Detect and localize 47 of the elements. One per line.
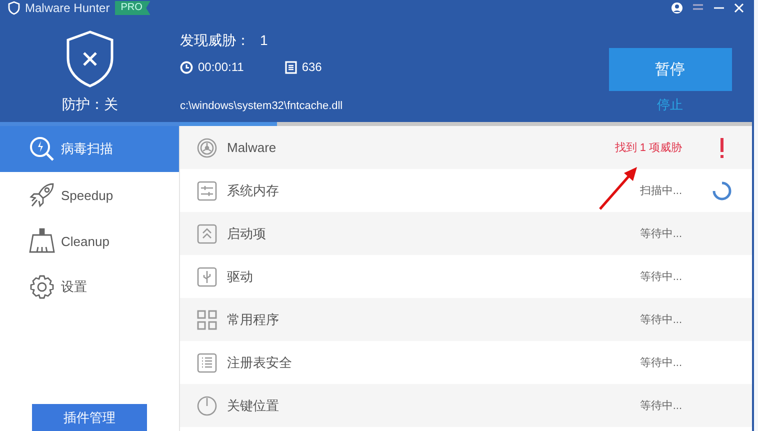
sliders-icon	[197, 180, 217, 200]
list-icon	[197, 352, 217, 372]
chevrons-up-icon	[197, 224, 217, 244]
magnifier-icon	[29, 136, 55, 162]
biohazard-icon	[197, 138, 217, 158]
pause-button[interactable]: 暂停	[608, 48, 732, 91]
file-icon	[284, 60, 297, 74]
scan-item-label: 系统内存	[227, 182, 279, 200]
rocket-icon	[29, 182, 55, 208]
alert-icon	[720, 138, 724, 158]
threats-label: 发现威胁：	[180, 32, 250, 50]
sidebar-item[interactable]: 病毒扫描	[0, 126, 179, 172]
annotation-arrow	[597, 166, 639, 212]
sidebar-item[interactable]: Cleanup	[0, 218, 179, 264]
user-icon[interactable]	[671, 2, 683, 14]
logo-icon	[8, 1, 20, 15]
threats-count: 1	[260, 32, 268, 50]
close-icon[interactable]	[734, 3, 744, 13]
plugin-button[interactable]: 插件管理	[32, 404, 147, 431]
scan-status: 等待中...	[640, 313, 682, 327]
gear-icon	[29, 274, 55, 300]
sidebar-item[interactable]: 设置	[0, 264, 179, 310]
shield-icon	[65, 30, 115, 88]
stop-link[interactable]: 停止	[657, 96, 683, 114]
scan-status: 找到 1 项威胁	[614, 141, 682, 155]
sidebar-item[interactable]: Speedup	[0, 172, 179, 218]
spinner-icon	[712, 180, 732, 200]
scan-item-label: 关键位置	[227, 396, 279, 414]
scan-status: 等待中...	[640, 356, 682, 370]
scan-item-label: 驱动	[227, 268, 253, 286]
elapsed-time: 00:00:11	[198, 60, 244, 74]
scan-status: 等待中...	[640, 227, 682, 241]
grid-icon	[197, 310, 217, 330]
files-count: 636	[302, 60, 322, 74]
usb-icon	[197, 266, 217, 286]
scan-status: 扫描中...	[640, 184, 682, 198]
scan-item-label: 注册表安全	[227, 354, 292, 372]
scan-item-label: 常用程序	[227, 310, 279, 328]
scan-item-label: Malware	[227, 140, 276, 155]
protection-status: 防护：关	[62, 96, 118, 114]
scan-status: 等待中...	[640, 399, 682, 413]
scan-item-label: 启动项	[227, 224, 266, 242]
scan-status: 等待中...	[640, 270, 682, 284]
current-file-path: c:\windows\system32\fntcache.dll	[180, 100, 344, 112]
broom-icon	[29, 228, 55, 254]
window-title: Malware Hunter	[25, 0, 110, 16]
pro-badge: PRO	[114, 1, 150, 15]
